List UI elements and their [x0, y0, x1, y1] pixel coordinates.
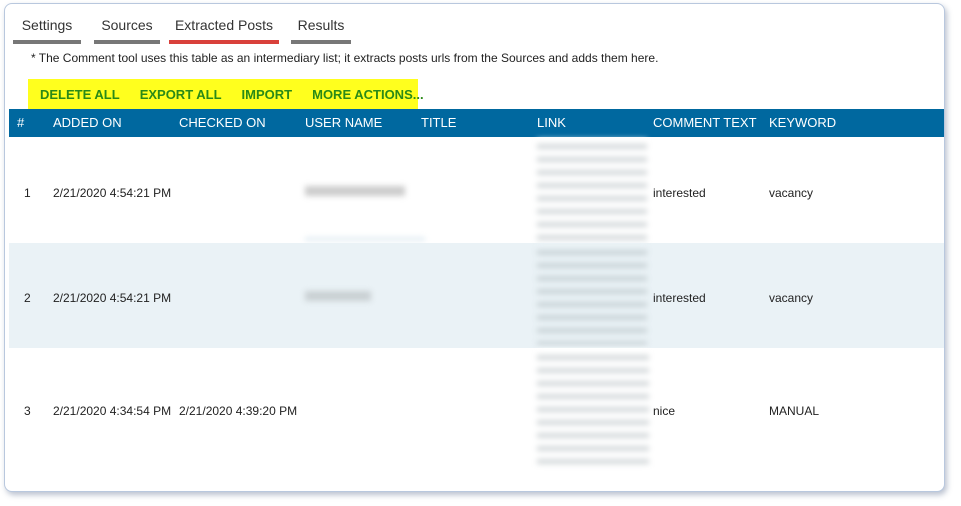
col-header-link[interactable]: LINK: [537, 109, 566, 137]
redacted-divider: [305, 238, 425, 240]
tab-underline: [13, 40, 81, 44]
col-header-num[interactable]: #: [17, 109, 24, 137]
table-row[interactable]: 3 2/21/2020 4:34:54 PM 2/21/2020 4:39:20…: [9, 348, 944, 474]
cell-keyword: vacancy: [769, 186, 814, 200]
cell-comment-text: interested: [653, 186, 706, 200]
cell-keyword: vacancy: [769, 291, 814, 305]
more-actions-button[interactable]: MORE ACTIONS...: [312, 87, 423, 102]
tab-results-label: Results: [297, 17, 345, 33]
action-bar: DELETE ALL EXPORT ALL IMPORT MORE ACTION…: [28, 79, 424, 109]
tab-settings[interactable]: Settings: [13, 14, 81, 44]
delete-all-button[interactable]: DELETE ALL: [40, 87, 120, 102]
table-row[interactable]: 1 2/21/2020 4:54:21 PM interested vacanc…: [9, 137, 944, 243]
cell-num: 1: [24, 186, 31, 200]
tab-underline: [291, 40, 351, 44]
cell-comment-text: interested: [653, 291, 706, 305]
cell-added-on: 2/21/2020 4:54:21 PM: [53, 291, 172, 305]
import-button[interactable]: IMPORT: [242, 87, 293, 102]
cell-comment-text: nice: [653, 404, 676, 418]
export-all-button[interactable]: EXPORT ALL: [140, 87, 222, 102]
tab-sources-label: Sources: [101, 17, 153, 33]
cell-checked-on: 2/21/2020 4:39:20 PM: [179, 404, 298, 418]
tab-active-underline: [169, 40, 279, 44]
col-header-keyword[interactable]: KEYWORD: [769, 109, 836, 137]
tab-underline: [94, 40, 160, 44]
cell-num: 3: [24, 404, 31, 418]
col-header-comment-text[interactable]: COMMENT TEXT: [653, 109, 757, 137]
info-note: * The Comment tool uses this table as an…: [31, 51, 659, 65]
tab-sources[interactable]: Sources: [94, 14, 160, 44]
tab-settings-label: Settings: [21, 17, 73, 33]
tab-extracted-posts[interactable]: Extracted Posts: [169, 14, 279, 44]
cell-added-on: 2/21/2020 4:34:54 PM: [53, 404, 172, 418]
redacted-link[interactable]: [537, 139, 647, 243]
redacted-user-name: [305, 186, 405, 196]
cell-added-on: 2/21/2020 4:54:21 PM: [53, 186, 172, 200]
cell-keyword: MANUAL: [769, 404, 820, 418]
redacted-link[interactable]: [537, 245, 647, 345]
col-header-checked-on[interactable]: CHECKED ON: [179, 109, 266, 137]
table-row[interactable]: 2 2/21/2020 4:54:21 PM interested vacanc…: [9, 243, 944, 348]
tab-extracted-posts-label: Extracted Posts: [174, 17, 274, 33]
col-header-added-on[interactable]: ADDED ON: [53, 109, 122, 137]
cell-num: 2: [24, 291, 31, 305]
redacted-user-name: [305, 291, 371, 301]
extracted-posts-table: # ADDED ON CHECKED ON USER NAME TITLE LI…: [9, 109, 944, 474]
col-header-title[interactable]: TITLE: [421, 109, 456, 137]
col-header-user-name[interactable]: USER NAME: [305, 109, 382, 137]
tab-results[interactable]: Results: [291, 14, 351, 44]
app-window: Settings Sources Extracted Posts Results…: [4, 3, 945, 492]
table-header: # ADDED ON CHECKED ON USER NAME TITLE LI…: [9, 109, 944, 137]
redacted-link[interactable]: [537, 350, 649, 470]
